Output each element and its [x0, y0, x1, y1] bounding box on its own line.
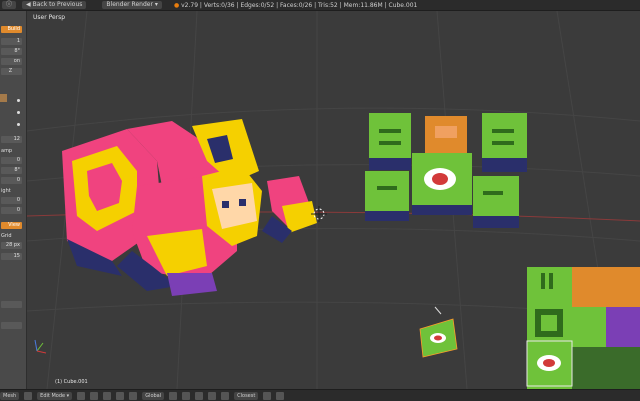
viewport-header: Mesh Edit Mode ▾ Global Closest	[0, 389, 640, 401]
count-field[interactable]: 1	[1, 38, 22, 45]
mode-select[interactable]: Edit Mode ▾	[37, 391, 73, 400]
info-editor-icon: ⓘ	[6, 1, 13, 8]
axis-gizmo	[34, 339, 47, 354]
vertex-select-icon[interactable]	[169, 391, 178, 400]
value-field[interactable]: 0	[1, 207, 22, 214]
selected-plane-object[interactable]	[419, 306, 458, 358]
object-icon[interactable]	[24, 391, 33, 400]
snap-label: amp	[1, 148, 13, 154]
render-engine-select[interactable]: Blender Render ▾	[102, 1, 162, 9]
grid-label: Grid	[1, 233, 12, 239]
pink-robot-model[interactable]	[62, 119, 317, 296]
green-robot-model[interactable]	[365, 113, 527, 228]
snap-target-select[interactable]: Closest	[234, 391, 259, 400]
shading-icon[interactable]	[77, 391, 86, 400]
back-to-previous-button[interactable]: ◀ Back to Previous	[22, 1, 87, 9]
pivot-icon[interactable]	[90, 391, 99, 400]
snap-icon[interactable]	[221, 391, 230, 400]
back-arrow-icon: ◀	[26, 1, 31, 8]
mesh-menu[interactable]: Mesh	[0, 391, 20, 400]
angle-field[interactable]: 8°	[1, 48, 22, 55]
chevron-down-icon: ▾	[154, 1, 158, 8]
option-field[interactable]: on	[1, 58, 22, 65]
edge-select-icon[interactable]	[182, 391, 191, 400]
layer-icon[interactable]	[276, 391, 285, 400]
build-button[interactable]: Build	[1, 26, 22, 33]
orientation-select[interactable]: Global	[142, 391, 165, 400]
texture-preview-image[interactable]	[526, 267, 640, 389]
radio-dot[interactable]	[17, 123, 20, 126]
subdivision-field[interactable]: 15	[1, 253, 22, 260]
value-field[interactable]: 12	[1, 136, 22, 143]
axis-field[interactable]: Z	[1, 68, 22, 75]
top-header: ⓘ ◀ Back to Previous Blender Render ▾ ● …	[0, 0, 640, 11]
value-field[interactable]: 0	[1, 157, 22, 164]
face-select-icon[interactable]	[195, 391, 204, 400]
value-field[interactable]: 8°	[1, 167, 22, 174]
rotate-icon[interactable]	[129, 391, 138, 400]
value-field[interactable]: 0	[1, 177, 22, 184]
3d-viewport[interactable]: User Persp (1) Cube.001	[27, 11, 640, 389]
translate-icon[interactable]	[116, 391, 125, 400]
manipulator-icon[interactable]	[103, 391, 112, 400]
editor-type-button[interactable]: ⓘ	[2, 1, 17, 9]
empty-field[interactable]	[1, 301, 22, 308]
viewport-scene	[27, 11, 640, 389]
view-title: User Persp	[33, 14, 66, 21]
view-button[interactable]: View	[1, 222, 22, 229]
radio-dot[interactable]	[17, 111, 20, 114]
layer-icon[interactable]	[263, 391, 272, 400]
chevron-down-icon: ▾	[66, 392, 70, 399]
value-field[interactable]: 0	[1, 197, 22, 204]
color-swatch[interactable]	[0, 94, 7, 102]
tool-shelf: Build 1 8° on Z 12 amp 0 8° 0 ight 0 0 V…	[0, 11, 27, 389]
active-object-label: (1) Cube.001	[55, 379, 88, 385]
empty-field[interactable]	[1, 322, 22, 329]
blender-logo-icon: ●	[173, 1, 180, 9]
scene-stats: ● v2.79 | Verts:0/36 | Edges:0/52 | Face…	[173, 1, 418, 9]
proportional-edit-icon[interactable]	[208, 391, 217, 400]
radio-dot[interactable]	[17, 99, 20, 102]
weight-label: ight	[1, 188, 11, 194]
grid-size-field[interactable]: 28 px	[1, 242, 22, 249]
